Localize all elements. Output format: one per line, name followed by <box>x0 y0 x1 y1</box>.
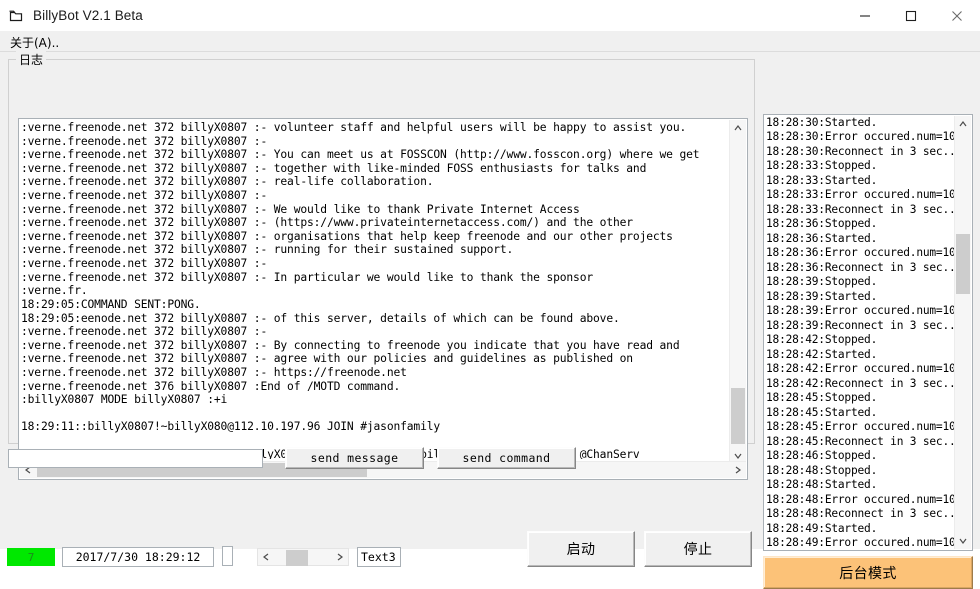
status-log-line: 18:28:30:Started. <box>766 116 878 129</box>
status-log-vertical-scrollbar[interactable] <box>954 116 971 549</box>
status-log-line: 18:28:39:Stopped. <box>766 275 878 289</box>
status-log-line: 18:28:33:Reconnect in 3 sec.... <box>766 202 956 216</box>
status-log-line: 18:28:48:Started. <box>766 478 878 492</box>
log-line: :verne.fr. <box>21 284 88 298</box>
main-log-vscroll-thumb[interactable] <box>731 388 745 444</box>
status-log-line: 18:28:48:Stopped. <box>766 463 878 477</box>
log-line: :verne.freenode.net 372 billyX0807 :- ru… <box>21 243 514 257</box>
window-controls <box>842 0 980 31</box>
status-log-line: 18:28:48:Error occured.num=10048, <box>766 492 956 506</box>
main-log-text[interactable]: :verne.freenode.net 372 billyX0807 :- vo… <box>21 121 731 459</box>
status-log-line: 18:28:49:Error occured.num=10048, <box>766 536 956 549</box>
status-log-line: 18:28:42:Started. <box>766 347 878 361</box>
text3-field[interactable]: Text3 <box>357 547 401 567</box>
scroll-up-icon[interactable] <box>730 120 746 136</box>
log-line: :verne.freenode.net 372 billyX0807 :- We… <box>21 202 580 216</box>
status-log-line: 18:28:39:Error occured.num=10048, <box>766 304 956 318</box>
scroll-up-icon[interactable] <box>955 116 971 132</box>
scroll-left-icon[interactable] <box>258 549 274 565</box>
log-line: :verne.freenode.net 372 billyX0807 :- <box>21 134 268 148</box>
log-line: :verne.freenode.net 372 billyX0807 :- or… <box>21 229 673 243</box>
log-line: :verne.freenode.net 372 billyX0807 :- Yo… <box>21 148 700 162</box>
log-line: :verne.freenode.net 372 billyX0807 :- ht… <box>21 365 407 379</box>
status-log-line: 18:28:45:Started. <box>766 405 878 419</box>
log-line: :verne.freenode.net 372 billyX0807 :- In… <box>21 270 594 284</box>
client-area: 日志 :verne.freenode.net 372 billyX0807 :-… <box>0 51 980 589</box>
message-input[interactable] <box>8 449 263 468</box>
start-button[interactable]: 启动 <box>527 531 635 567</box>
status-log-line: 18:28:45:Error occured.num=10048, <box>766 420 956 434</box>
status-log-line: 18:28:33:Started. <box>766 173 878 187</box>
status-log-line: 18:28:30:Error occured.num=10048, <box>766 130 956 144</box>
status-log-line: 18:28:42:Reconnect in 3 sec.... <box>766 376 956 390</box>
close-icon[interactable] <box>934 0 980 31</box>
log-line: :verne.freenode.net 372 billyX0807 :- re… <box>21 175 434 189</box>
send-message-button[interactable]: send message <box>285 447 424 469</box>
status-log-line: 18:28:45:Stopped. <box>766 391 878 405</box>
status-counter: 7 <box>7 548 55 566</box>
send-command-button[interactable]: send command <box>437 447 576 469</box>
log-groupbox-label: 日志 <box>16 51 47 68</box>
status-log-line: 18:28:49:Started. <box>766 521 878 535</box>
scroll-right-icon[interactable] <box>730 462 746 478</box>
status-log-line: 18:28:36:Error occured.num=10048, <box>766 246 956 260</box>
status-log-line: 18:28:36:Started. <box>766 231 878 245</box>
status-log-line: 18:28:46:Stopped. <box>766 449 878 463</box>
background-mode-button[interactable]: 后台模式 <box>763 556 973 589</box>
small-checkbox-field[interactable] <box>222 546 233 566</box>
app-window-icon <box>8 8 24 24</box>
stop-button[interactable]: 停止 <box>644 531 752 567</box>
window-titlebar: BillyBot V2.1 Beta <box>0 0 980 31</box>
value-scrollbar-control[interactable] <box>257 548 349 566</box>
status-log-line: 18:28:45:Reconnect in 3 sec.... <box>766 434 956 448</box>
status-log-line: 18:28:39:Started. <box>766 289 878 303</box>
log-line: 18:29:05:COMMAND SENT:PONG. <box>21 297 201 311</box>
status-log-line: 18:28:36:Reconnect in 3 sec.... <box>766 260 956 274</box>
log-line: 18:29:11::billyX0807!~billyX080@112.10.1… <box>21 420 441 434</box>
log-line: :verne.freenode.net 372 billyX0807 :- vo… <box>21 121 687 134</box>
status-log-vscroll-thumb[interactable] <box>956 234 970 294</box>
status-log-text[interactable]: 18:28:30:Started. 18:28:30:Error occured.… <box>766 116 956 549</box>
log-line: :verne.freenode.net 372 billyX0807 :- <box>21 257 268 271</box>
log-line: :verne.freenode.net 372 billyX0807 :- to… <box>21 161 647 175</box>
minimize-icon[interactable] <box>842 0 888 31</box>
window-title: BillyBot V2.1 Beta <box>33 8 143 23</box>
status-log-line: 18:28:33:Error occured.num=10048, <box>766 188 956 202</box>
status-log-line: 18:28:48:Reconnect in 3 sec.... <box>766 507 956 521</box>
log-line: :verne.freenode.net 372 billyX0807 :- ag… <box>21 352 633 366</box>
log-line: 18:29:05:eenode.net 372 billyX0807 :- of… <box>21 311 620 325</box>
datetime-field[interactable]: 2017/7/30 18:29:12 <box>62 547 214 567</box>
status-log-line: 18:28:33:Stopped. <box>766 159 878 173</box>
maximize-icon[interactable] <box>888 0 934 31</box>
scroll-right-icon[interactable] <box>332 549 348 565</box>
status-log-line: 18:28:30:Reconnect in 3 sec.... <box>766 144 956 158</box>
main-log-vertical-scrollbar[interactable] <box>729 120 746 464</box>
value-scrollbar-thumb[interactable] <box>286 550 308 566</box>
log-line: :verne.freenode.net 372 billyX0807 :- By… <box>21 338 680 352</box>
menu-bar: 关于(A).. <box>0 31 980 52</box>
status-log-panel[interactable]: 18:28:30:Started. 18:28:30:Error occured.… <box>763 114 973 551</box>
menu-item-about[interactable]: 关于(A).. <box>7 33 62 52</box>
status-log-line: 18:28:39:Reconnect in 3 sec.... <box>766 318 956 332</box>
log-line: :billyX0807 MODE billyX0807 :+i <box>21 393 228 407</box>
log-line: :verne.freenode.net 372 billyX0807 :- <box>21 325 268 339</box>
status-log-line: 18:28:42:Stopped. <box>766 333 878 347</box>
scroll-down-icon[interactable] <box>955 533 971 549</box>
main-log-panel[interactable]: :verne.freenode.net 372 billyX0807 :- vo… <box>18 118 748 480</box>
status-log-line: 18:28:36:Stopped. <box>766 217 878 231</box>
log-line: :verne.freenode.net 376 billyX0807 :End … <box>21 379 401 393</box>
status-log-line: 18:28:42:Error occured.num=10048, <box>766 362 956 376</box>
log-line: :verne.freenode.net 372 billyX0807 :- (h… <box>21 216 633 230</box>
log-line: :verne.freenode.net 372 billyX0807 :- <box>21 189 268 203</box>
